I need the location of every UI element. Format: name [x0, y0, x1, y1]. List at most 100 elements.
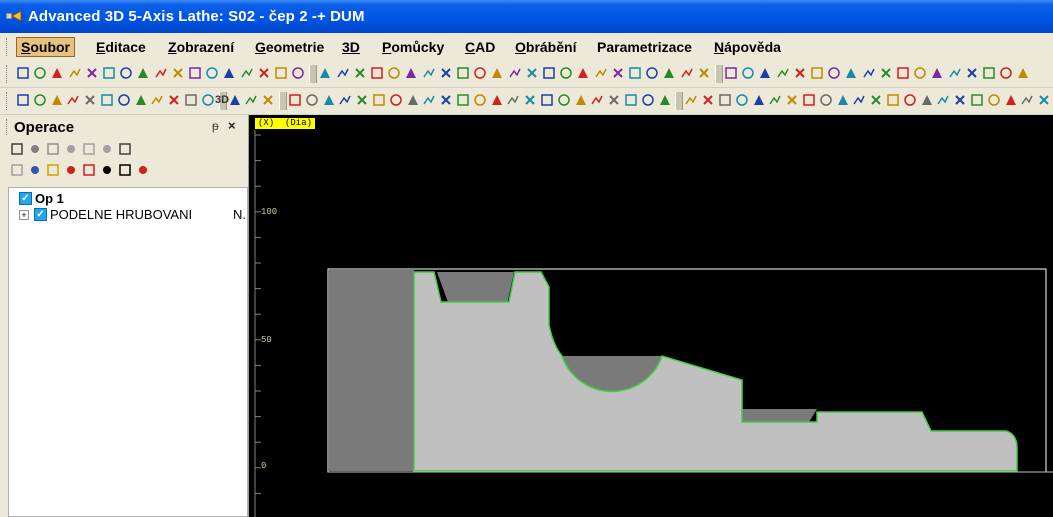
tool-icon[interactable] — [819, 93, 833, 107]
tool-icon[interactable] — [490, 93, 504, 107]
tool-icon[interactable] — [68, 66, 82, 80]
menu-item-obrábění[interactable]: Obrábění — [511, 38, 580, 56]
tool-icon[interactable] — [982, 66, 996, 80]
tool-icon[interactable] — [490, 66, 504, 80]
tool-icon[interactable] — [336, 66, 350, 80]
tool-icon[interactable] — [508, 66, 522, 80]
checkbox-icon[interactable]: ✓ — [19, 192, 32, 205]
tool-icon[interactable] — [205, 66, 219, 80]
panel-tool-icon[interactable] — [46, 142, 60, 156]
tool-icon[interactable] — [134, 93, 148, 107]
menu-item-zobrazení[interactable]: Zobrazení — [164, 38, 238, 56]
tool-icon[interactable] — [422, 66, 436, 80]
tool-icon[interactable] — [136, 66, 150, 80]
tool-icon[interactable] — [184, 93, 198, 107]
tool-icon[interactable] — [559, 66, 573, 80]
tool-icon[interactable] — [542, 66, 556, 80]
tool-icon[interactable] — [658, 93, 672, 107]
tool-icon[interactable] — [16, 93, 30, 107]
tool-icon[interactable] — [1016, 66, 1030, 80]
tool-icon[interactable] — [624, 93, 638, 107]
tool-icon[interactable] — [167, 93, 181, 107]
tool-icon[interactable] — [827, 66, 841, 80]
tool-icon[interactable] — [188, 66, 202, 80]
panel-tool-icon[interactable] — [28, 142, 42, 156]
tool-icon[interactable] — [66, 93, 80, 107]
tool-icon[interactable] — [389, 93, 403, 107]
panel-tool-icon[interactable] — [82, 142, 96, 156]
tool-icon[interactable] — [776, 66, 790, 80]
panel-tool-icon[interactable] — [64, 142, 78, 156]
tool-icon[interactable] — [697, 66, 711, 80]
menu-item-soubor[interactable]: Soubor — [16, 37, 75, 57]
drawing-canvas[interactable]: (X) (Dia) 100 50 0 — [249, 115, 1053, 517]
tool-icon[interactable] — [525, 66, 539, 80]
tool-icon[interactable] — [793, 66, 807, 80]
tool-icon[interactable] — [735, 93, 749, 107]
panel-tool-icon[interactable] — [10, 163, 24, 177]
tool-icon[interactable] — [261, 93, 275, 107]
tree-item-operation[interactable]: PODELNE HRUBOVANI — [50, 207, 192, 222]
expand-icon[interactable]: + — [19, 210, 29, 220]
tool-icon[interactable] — [576, 66, 590, 80]
tool-icon[interactable] — [85, 66, 99, 80]
tool-icon[interactable] — [999, 66, 1013, 80]
tool-icon[interactable] — [970, 93, 984, 107]
tree-item-op1[interactable]: Op 1 — [35, 191, 64, 206]
tool-icon[interactable] — [119, 66, 133, 80]
tool-icon[interactable] — [836, 93, 850, 107]
tool-icon[interactable] — [201, 93, 215, 107]
tool-icon[interactable] — [718, 93, 732, 107]
tool-icon[interactable] — [506, 93, 520, 107]
tool-icon[interactable] — [607, 93, 621, 107]
tool-icon[interactable] — [274, 66, 288, 80]
tool-icon[interactable] — [724, 66, 738, 80]
tool-icon[interactable] — [810, 66, 824, 80]
tool-icon[interactable] — [102, 66, 116, 80]
tool-icon[interactable] — [684, 93, 698, 107]
tool-icon[interactable] — [16, 66, 30, 80]
tool-icon[interactable] — [404, 66, 418, 80]
tool-icon[interactable] — [930, 66, 944, 80]
tool-icon[interactable] — [228, 93, 242, 107]
toolbar-grip[interactable] — [6, 65, 9, 83]
panel-grip[interactable] — [6, 119, 9, 135]
tool-icon[interactable] — [701, 93, 715, 107]
tool-icon[interactable] — [862, 66, 876, 80]
tool-icon[interactable] — [117, 93, 131, 107]
toolbar-grip[interactable] — [6, 92, 9, 110]
tool-icon[interactable] — [257, 66, 271, 80]
tool-icon[interactable] — [406, 93, 420, 107]
tool-icon[interactable] — [1020, 93, 1034, 107]
tool-icon[interactable] — [886, 93, 900, 107]
tool-icon[interactable] — [758, 66, 772, 80]
panel-tool-icon[interactable] — [64, 163, 78, 177]
tool-icon[interactable] — [439, 66, 453, 80]
tool-icon[interactable] — [523, 93, 537, 107]
panel-tool-icon[interactable] — [28, 163, 42, 177]
tool-icon[interactable] — [540, 93, 554, 107]
tool-icon[interactable] — [355, 93, 369, 107]
tool-icon[interactable] — [222, 66, 236, 80]
tool-icon[interactable] — [154, 66, 168, 80]
tool-icon[interactable] — [50, 66, 64, 80]
panel-tool-icon[interactable] — [136, 163, 150, 177]
menu-item-pomůcky[interactable]: Pomůcky — [378, 38, 448, 56]
tool-icon[interactable] — [594, 66, 608, 80]
tool-icon[interactable] — [439, 93, 453, 107]
menu-item-3d[interactable]: 3D — [338, 38, 364, 56]
tool-icon[interactable] — [372, 93, 386, 107]
tool-icon[interactable] — [628, 66, 642, 80]
menubar-grip[interactable] — [6, 38, 9, 56]
close-icon[interactable]: × — [228, 118, 236, 133]
tool-icon[interactable] — [662, 66, 676, 80]
tool-icon[interactable] — [244, 93, 258, 107]
tool-icon[interactable] — [305, 93, 319, 107]
tool-icon[interactable] — [987, 93, 1001, 107]
3d-view-button[interactable]: 3D — [215, 94, 229, 106]
tool-icon[interactable] — [903, 93, 917, 107]
tool-icon[interactable] — [50, 93, 64, 107]
tool-icon[interactable] — [456, 66, 470, 80]
tool-icon[interactable] — [100, 93, 114, 107]
tool-icon[interactable] — [338, 93, 352, 107]
